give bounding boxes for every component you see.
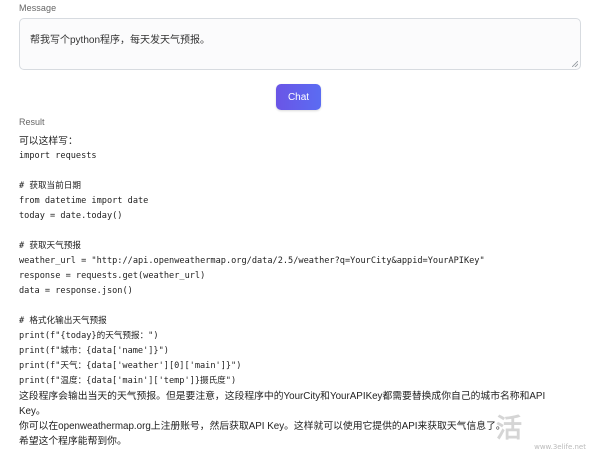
chat-page: Message 帮我写个python程序，每天发天气预报。 Chat Resul… (0, 0, 600, 453)
code-line: print(f"天气：{data['weather'][0]['main']}"… (19, 361, 242, 371)
code-line: # 格式化输出天气预报 (19, 316, 107, 326)
code-line: weather_url = "http://api.openweathermap… (19, 256, 485, 266)
code-line: data = response.json() (19, 286, 133, 296)
code-line: # 获取当前日期 (19, 181, 81, 191)
code-line: today = date.today() (19, 211, 123, 221)
message-input-value: 帮我写个python程序，每天发天气预报。 (30, 35, 211, 46)
watermark-logo: 三易生活 (496, 414, 522, 444)
code-line: print(f"温度：{data['main']['temp']}摄氏度") (19, 376, 237, 386)
result-text-line: 这段程序会输出当天的天气预报。但是要注意，这段程序中的YourCity和Your… (19, 391, 546, 402)
result-text-line: 你可以在openweathermap.org上注册账号，然后获取API Key。… (19, 421, 506, 432)
resize-handle-icon[interactable] (572, 61, 578, 67)
result-text-line: 希望这个程序能帮到你。 (19, 436, 127, 447)
code-line: import requests (19, 151, 97, 161)
message-input[interactable]: 帮我写个python程序，每天发天气预报。 (19, 18, 581, 70)
chat-button[interactable]: Chat (276, 84, 321, 110)
code-line: print(f"{today}的天气预报：") (19, 331, 159, 341)
watermark-url: www.3elife.net (534, 443, 586, 451)
code-line: from datetime import date (19, 196, 149, 206)
result-text-line: 可以这样写： (19, 136, 78, 147)
message-label: Message (19, 3, 57, 13)
result-label: Result (19, 117, 45, 127)
code-line: # 获取天气预报 (19, 241, 81, 251)
result-output: 可以这样写： import requests # 获取当前日期 from dateti… (19, 134, 579, 449)
watermark: 三易生活 www.3elife.net (496, 407, 596, 451)
code-line: response = requests.get(weather_url) (19, 271, 206, 281)
code-line: print(f"城市：{data['name']}") (19, 346, 169, 356)
result-text-line: Key。 (19, 406, 46, 417)
